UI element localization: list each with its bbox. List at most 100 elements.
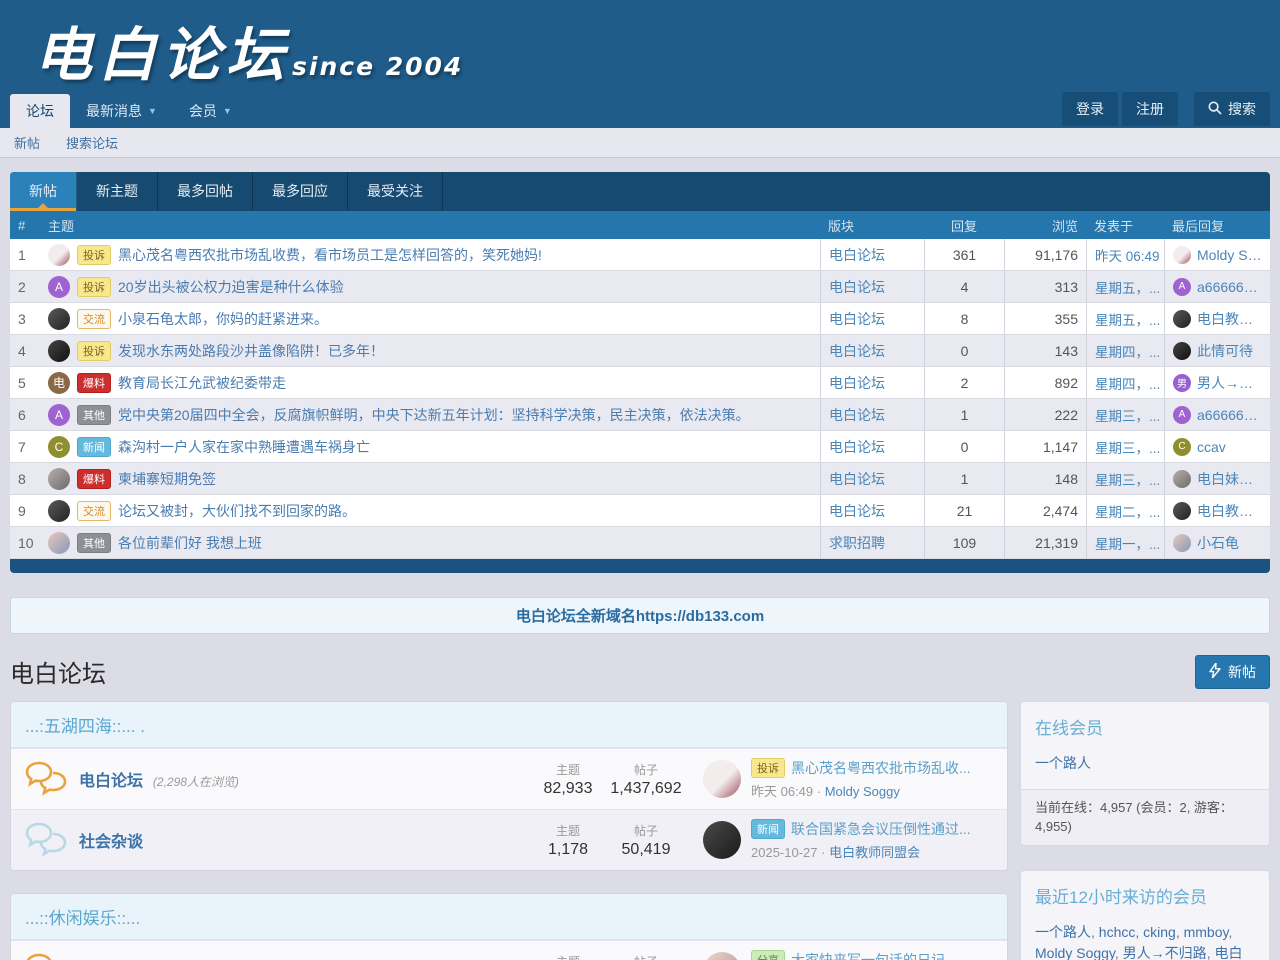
last-reply-user-link[interactable]: 男人→不... (1197, 373, 1262, 393)
last-reply-avatar[interactable] (1173, 342, 1191, 360)
nav-tab-论坛[interactable]: 论坛 (10, 94, 70, 128)
last-post-title-link[interactable]: 联合国紧急会议压倒性通过... (791, 819, 971, 839)
topic-title-link[interactable]: 教育局长江允武被纪委带走 (118, 373, 812, 393)
last-reply-user-link[interactable]: a66666699 (1197, 407, 1262, 423)
last-reply-user-link[interactable]: 电白教师... (1197, 309, 1262, 329)
last-post-title-link[interactable]: 大家快来写一句话的日记 (791, 950, 945, 960)
category-panel: ...:五湖四海::... . 电白论坛 (2,298人在浏览) 主题82,93… (10, 701, 1008, 871)
topic-title-link[interactable]: 黑心茂名粤西农批市场乱收费，看市场员工是怎样回答的，笑死她妈! (118, 245, 812, 265)
poster-avatar[interactable] (48, 308, 70, 330)
board-link[interactable]: 电白论坛 (829, 373, 885, 393)
poster-avatar[interactable] (48, 340, 70, 362)
member-link[interactable]: 男人→不归路 (1123, 945, 1207, 960)
new-post-button[interactable]: 新帖 (1195, 655, 1270, 689)
topic-tag: 交流 (77, 501, 111, 521)
topic-title-link[interactable]: 各位前辈们好 我想上班 (118, 533, 812, 553)
posted-time[interactable]: 星期三，... (1086, 431, 1164, 462)
topic-title-link[interactable]: 发现水东两处路段沙井盖像陷阱！已多年！ (118, 341, 812, 361)
table-row: 9 交流 论坛又被封，大伙们找不到回家的路。 电白论坛 21 2,474 星期二… (10, 495, 1270, 527)
board-link[interactable]: 电白论坛 (829, 309, 885, 329)
subnav-link[interactable]: 搜索论坛 (66, 133, 118, 152)
posted-time[interactable]: 星期二，... (1086, 495, 1164, 526)
topic-title-link[interactable]: 党中央第20届四中全会，反腐旗帜鲜明，中央下达新五年计划：坚持科学决策，民主决策… (118, 405, 812, 425)
topic-title-link[interactable]: 小泉石龟太郎，你妈的赶紧进来。 (118, 309, 812, 329)
last-post-user-link[interactable]: Moldy Soggy (825, 784, 900, 799)
poster-avatar[interactable] (48, 500, 70, 522)
poster-avatar[interactable] (48, 244, 70, 266)
forum-row: 电白论坛 (2,298人在浏览) 主题82,933 帖子1,437,692 投诉… (11, 748, 1007, 809)
member-link[interactable]: 一个路人 (1035, 924, 1091, 940)
posts-count: 50,419 (607, 841, 685, 859)
table-header: # 主题 版块 回复 浏览 发表于 最后回复 (10, 211, 1270, 239)
last-post-avatar[interactable] (703, 760, 741, 798)
topic-title-link[interactable]: 柬埔寨短期免签 (118, 469, 812, 489)
last-reply-user-link[interactable]: Moldy So... (1197, 247, 1262, 263)
last-reply-avatar[interactable]: A (1173, 278, 1191, 296)
last-reply-user-link[interactable]: 此情可待 (1197, 341, 1253, 361)
member-link[interactable]: mmboy (1184, 924, 1229, 940)
forum-name-link[interactable]: 社会杂谈 (79, 834, 143, 851)
last-reply-user-link[interactable]: a66666699 (1197, 279, 1262, 295)
poster-avatar[interactable]: C (48, 436, 70, 458)
nav-tab-最新消息[interactable]: 最新消息▼ (70, 94, 173, 128)
posted-time[interactable]: 星期三，... (1086, 463, 1164, 494)
poster-avatar[interactable]: A (48, 404, 70, 426)
last-reply-avatar[interactable]: 男 (1173, 374, 1191, 392)
poster-avatar[interactable] (48, 532, 70, 554)
login-button[interactable]: 登录 (1062, 92, 1118, 126)
member-link[interactable]: cking (1143, 924, 1176, 940)
last-reply-avatar[interactable] (1173, 470, 1191, 488)
topic-title-link[interactable]: 论坛又被封，大伙们找不到回家的路。 (118, 501, 812, 521)
board-link[interactable]: 电白论坛 (829, 405, 885, 425)
tab-新主题[interactable]: 新主题 (77, 172, 158, 211)
last-reply-avatar[interactable]: C (1173, 438, 1191, 456)
last-reply-user-link[interactable]: 小石龟 (1197, 533, 1239, 553)
last-reply-avatar[interactable] (1173, 534, 1191, 552)
board-link[interactable]: 电白论坛 (829, 245, 885, 265)
last-reply-user-link[interactable]: 电白妹子... (1197, 469, 1262, 489)
tab-新帖[interactable]: 新帖 (10, 172, 77, 211)
posted-time[interactable]: 星期五，... (1086, 271, 1164, 302)
announcement-banner[interactable]: 电白论坛全新域名https://db133.com (10, 597, 1270, 634)
last-post-avatar[interactable] (703, 952, 741, 960)
last-reply-avatar[interactable] (1173, 310, 1191, 328)
col-replies: 回复 (924, 216, 1004, 235)
posted-time[interactable]: 星期五，... (1086, 303, 1164, 334)
member-link[interactable]: hchcc (1099, 924, 1136, 940)
posted-time[interactable]: 星期一，... (1086, 527, 1164, 558)
board-link[interactable]: 电白论坛 (829, 437, 885, 457)
board-link[interactable]: 电白论坛 (829, 277, 885, 297)
board-link[interactable]: 电白论坛 (829, 341, 885, 361)
posted-time[interactable]: 星期三，... (1086, 399, 1164, 430)
subnav-link[interactable]: 新帖 (14, 133, 40, 152)
poster-avatar[interactable]: 电 (48, 372, 70, 394)
last-reply-user-link[interactable]: 电白教师... (1197, 501, 1262, 521)
last-post-title-link[interactable]: 黑心茂名粤西农批市场乱收... (791, 758, 971, 778)
forum-bubbles-icon (25, 821, 67, 860)
member-link[interactable]: Moldy Soggy (1035, 945, 1115, 960)
tab-最多回帖[interactable]: 最多回帖 (158, 172, 253, 211)
topic-title-link[interactable]: 20岁出头被公权力迫害是种什么体验 (118, 277, 812, 297)
search-button[interactable]: 搜索 (1194, 92, 1270, 126)
last-post-user-link[interactable]: 电白教师同盟会 (829, 845, 920, 860)
poster-avatar[interactable]: A (48, 276, 70, 298)
last-reply-avatar[interactable] (1173, 246, 1191, 264)
board-link[interactable]: 电白论坛 (829, 469, 885, 489)
register-button[interactable]: 注册 (1122, 92, 1178, 126)
topic-title-link[interactable]: 森沟村一户人家在家中熟睡遭遇车祸身亡 (118, 437, 812, 457)
poster-avatar[interactable] (48, 468, 70, 490)
board-link[interactable]: 求职招聘 (829, 533, 885, 553)
member-link[interactable]: 一个路人 (1035, 755, 1091, 771)
posted-time[interactable]: 昨天 06:49 (1086, 239, 1164, 270)
last-reply-user-link[interactable]: ccav (1197, 439, 1226, 455)
tab-最受关注[interactable]: 最受关注 (348, 172, 443, 211)
tab-最多回应[interactable]: 最多回应 (253, 172, 348, 211)
board-link[interactable]: 电白论坛 (829, 501, 885, 521)
last-reply-avatar[interactable]: A (1173, 406, 1191, 424)
nav-tab-会员[interactable]: 会员▼ (173, 94, 248, 128)
posted-time[interactable]: 星期四，... (1086, 367, 1164, 398)
forum-name-link[interactable]: 电白论坛 (79, 773, 143, 790)
last-post-avatar[interactable] (703, 821, 741, 859)
posted-time[interactable]: 星期四，... (1086, 335, 1164, 366)
last-reply-avatar[interactable] (1173, 502, 1191, 520)
